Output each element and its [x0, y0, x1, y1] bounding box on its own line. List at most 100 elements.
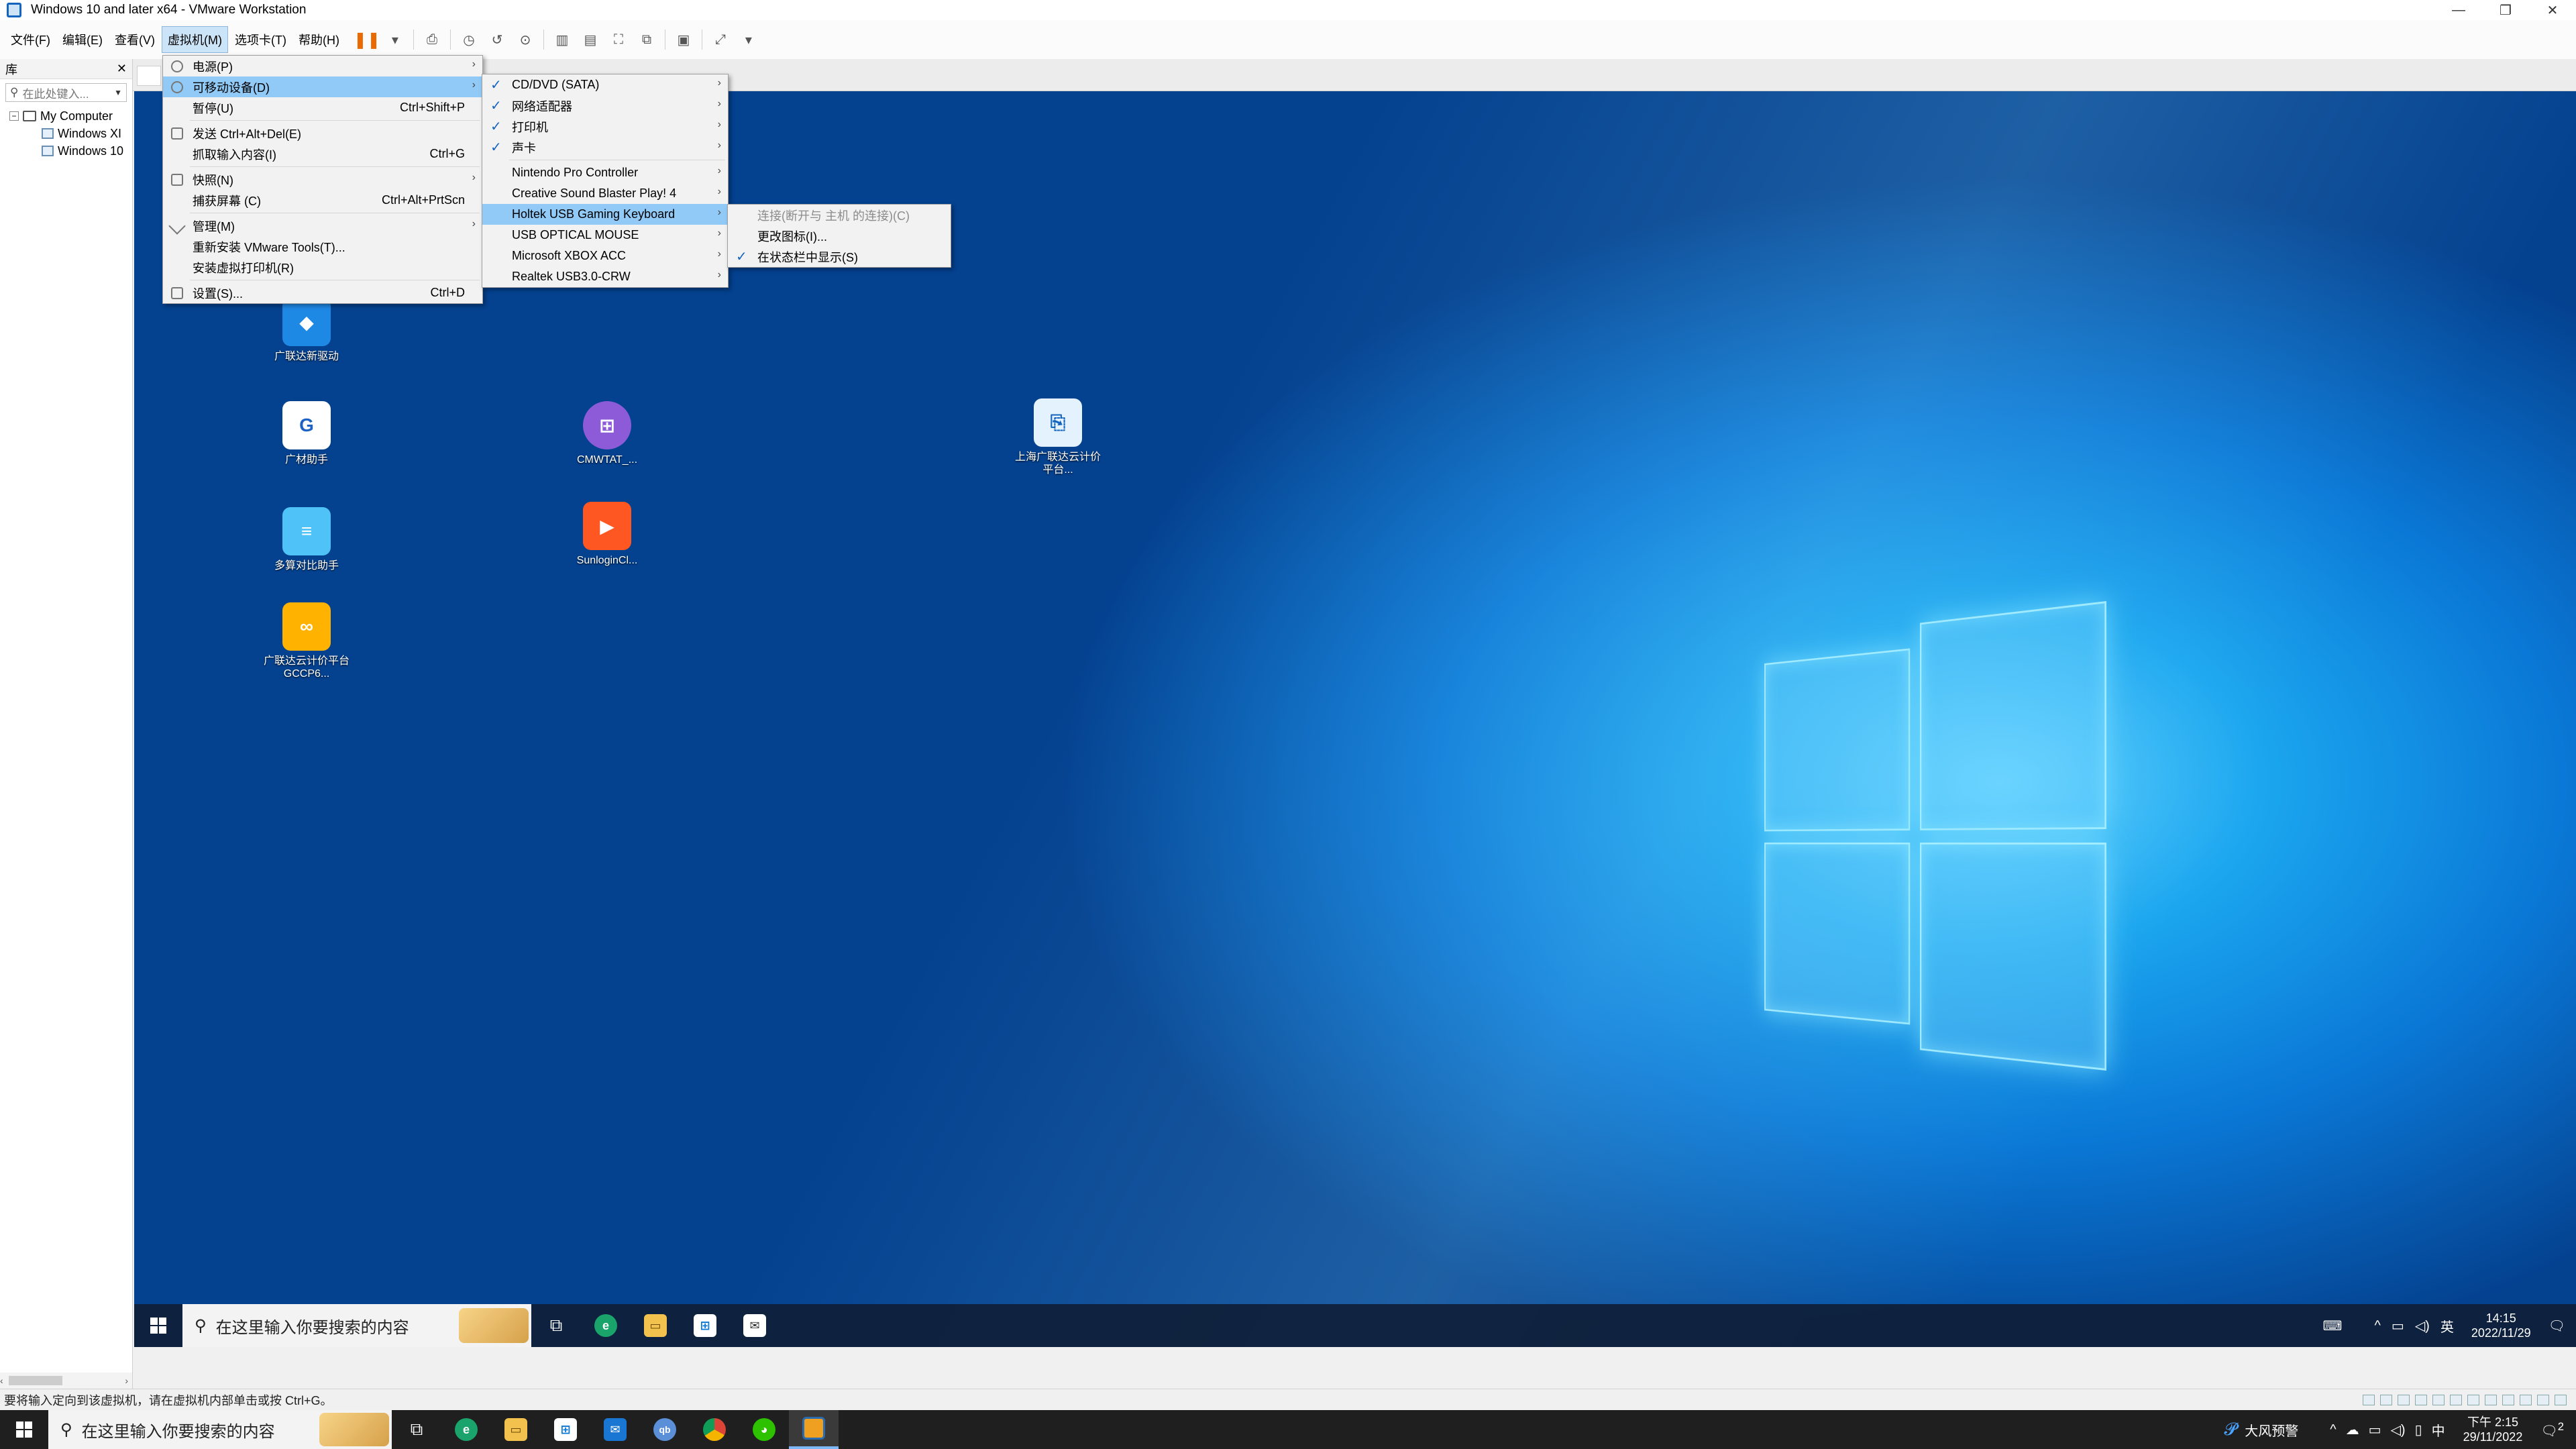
host-start-button[interactable]	[0, 1410, 48, 1449]
file-explorer-icon[interactable]: ▭	[631, 1304, 680, 1347]
chrome-icon[interactable]	[690, 1410, 739, 1449]
desktop-icon[interactable]: ≡ 多算对比助手	[263, 507, 350, 572]
file-explorer-icon[interactable]: ▭	[491, 1410, 541, 1449]
menu-item-settings[interactable]: 设置(S)... Ctrl+D	[163, 282, 482, 303]
wechat-icon[interactable]: ◕	[739, 1410, 789, 1449]
volume-icon[interactable]: ◁)	[2415, 1318, 2430, 1334]
task-view-icon[interactable]: ⧉	[392, 1410, 441, 1449]
menu-item-power[interactable]: 电源(P) ›	[163, 56, 482, 76]
ime-indicator[interactable]: 英	[2440, 1316, 2454, 1336]
mail-icon[interactable]: ✉	[730, 1304, 780, 1347]
device-usb-optical-mouse[interactable]: USB OPTICAL MOUSE ›	[482, 225, 728, 246]
message-log-icon[interactable]	[2555, 1394, 2567, 1405]
notification-icon[interactable]: 🗨	[2548, 1318, 2565, 1334]
device-nintendo-pro-controller[interactable]: Nintendo Pro Controller ›	[482, 162, 728, 183]
usb-controller-icon[interactable]	[2415, 1394, 2427, 1405]
weather-widget[interactable]: 𝓟 大风预警	[2224, 1419, 2298, 1440]
menu-item-pause[interactable]: 暂停(U) Ctrl+Shift+P	[163, 97, 482, 118]
menu-item-manage[interactable]: 管理(M) ›	[163, 215, 482, 236]
thumbnail-bar-icon[interactable]: ▤	[579, 28, 602, 51]
minimize-button[interactable]: —	[2435, 0, 2482, 20]
menu-item-change-icon[interactable]: 更改图标(I)...	[728, 225, 951, 246]
desktop-icon[interactable]: ◆ 广联达新驱动	[263, 298, 350, 363]
device-sound-card[interactable]: ✓ 声卡 ›	[482, 137, 728, 158]
network-icon[interactable]: ▭	[2369, 1421, 2381, 1438]
tree-node-vm[interactable]: Windows XI	[0, 125, 132, 142]
scrollbar-thumb[interactable]	[8, 1376, 62, 1385]
menu-item-removable-devices[interactable]: 可移动设备(D) ›	[163, 76, 482, 97]
printer-icon[interactable]	[2450, 1394, 2462, 1405]
edge-icon[interactable]: e	[581, 1304, 631, 1347]
vmware-taskbar-icon[interactable]	[789, 1410, 839, 1449]
send-ctrl-alt-del-icon[interactable]: ⎙	[421, 28, 443, 51]
guest-start-button[interactable]	[134, 1304, 182, 1347]
task-view-icon[interactable]: ⧉	[531, 1304, 581, 1347]
scroll-left-icon[interactable]: ‹	[0, 1375, 3, 1386]
usb-device-icon[interactable]	[2485, 1394, 2497, 1405]
onedrive-icon[interactable]: ☁	[2346, 1421, 2359, 1438]
menu-view[interactable]: 查看(V)	[109, 27, 160, 52]
menu-help[interactable]: 帮助(H)	[293, 27, 345, 52]
network-icon[interactable]: ▭	[2392, 1318, 2404, 1334]
show-library-icon[interactable]: ▥	[551, 28, 574, 51]
menu-edit[interactable]: 编辑(E)	[57, 27, 108, 52]
desktop-icon[interactable]: G 广材助手	[263, 401, 350, 466]
menu-item-capture-screen[interactable]: 捕获屏幕 (C) Ctrl+Alt+PrtScn	[163, 190, 482, 211]
device-network-adapter[interactable]: ✓ 网络适配器 ›	[482, 95, 728, 116]
stretch-guest-icon[interactable]: ⤢	[709, 28, 732, 51]
display-icon[interactable]	[2537, 1394, 2549, 1405]
device-cd-dvd[interactable]: ✓ CD/DVD (SATA) ›	[482, 74, 728, 95]
ime-indicator[interactable]: 中	[2432, 1420, 2445, 1440]
chevron-up-icon[interactable]: ^	[2330, 1422, 2336, 1438]
device-printer[interactable]: ✓ 打印机 ›	[482, 116, 728, 137]
device-microsoft-xbox-acc[interactable]: Microsoft XBOX ACC ›	[482, 246, 728, 266]
mail-icon[interactable]: ✉	[590, 1410, 640, 1449]
store-icon[interactable]: ⊞	[680, 1304, 730, 1347]
notification-icon[interactable]: 🗨2	[2540, 1420, 2564, 1440]
menu-item-install-virtual-printer[interactable]: 安装虚拟打印机(R)	[163, 257, 482, 278]
edge-icon[interactable]: e	[441, 1410, 491, 1449]
host-clock[interactable]: 下午 2:15 29/11/2022	[2463, 1415, 2523, 1444]
full-screen-icon[interactable]: ⛶	[607, 28, 630, 51]
cd-dvd-icon[interactable]	[2380, 1394, 2392, 1405]
usb-device-icon[interactable]	[2467, 1394, 2479, 1405]
menu-item-show-in-statusbar[interactable]: ✓ 在状态栏中显示(S)	[728, 246, 951, 267]
menu-file[interactable]: 文件(F)	[5, 27, 56, 52]
guest-clock[interactable]: 14:15 2022/11/29	[2471, 1311, 2531, 1340]
desktop-icon[interactable]: ∞ 广联达云计价平台GCCP6...	[263, 602, 350, 680]
menu-item-reinstall-vmware-tools[interactable]: 重新安装 VMware Tools(T)...	[163, 236, 482, 257]
device-holtek-usb-gaming-keyboard[interactable]: Holtek USB Gaming Keyboard ›	[482, 204, 728, 225]
console-view-icon[interactable]: ▣	[672, 28, 695, 51]
usb-device-icon[interactable]	[2520, 1394, 2532, 1405]
guest-search-box[interactable]: ⚲ 在这里输入你要搜索的内容	[182, 1304, 531, 1347]
menu-vm[interactable]: 虚拟机(M)	[161, 26, 228, 53]
host-search-box[interactable]: ⚲ 在这里输入你要搜索的内容	[48, 1410, 392, 1449]
tree-node-vm[interactable]: Windows 10	[0, 142, 132, 160]
desktop-icon[interactable]: ▶ SunloginCl...	[564, 502, 651, 567]
usb-device-icon[interactable]	[2502, 1394, 2514, 1405]
tree-node-my-computer[interactable]: − My Computer	[0, 107, 132, 125]
scroll-right-icon[interactable]: ›	[125, 1375, 128, 1386]
collapse-icon[interactable]: −	[9, 111, 19, 121]
library-search-input[interactable]: ⚲ 在此处键入... ▼	[5, 83, 127, 102]
chevron-up-icon[interactable]: ^	[2375, 1318, 2381, 1334]
hard-disk-icon[interactable]	[2363, 1394, 2375, 1405]
library-close-button[interactable]: ✕	[117, 62, 127, 76]
device-realtek-usb-crw[interactable]: Realtek USB3.0-CRW ›	[482, 266, 728, 287]
qbittorrent-icon[interactable]: qb	[640, 1410, 690, 1449]
pause-icon[interactable]: ❚❚	[354, 28, 380, 51]
menu-tabs[interactable]: 选项卡(T)	[229, 27, 292, 52]
home-tab[interactable]	[137, 66, 161, 86]
sound-card-icon[interactable]	[2432, 1394, 2445, 1405]
chevron-down-icon[interactable]: ▼	[114, 88, 122, 97]
desktop-icon[interactable]: ⎘ 上海广联达云计价平台...	[1014, 398, 1102, 476]
restore-button[interactable]: ❐	[2482, 0, 2529, 20]
unity-icon[interactable]: ⧉	[635, 28, 658, 51]
menu-item-send-ctrl-alt-del[interactable]: 发送 Ctrl+Alt+Del(E)	[163, 123, 482, 144]
dropdown-arrow-icon[interactable]: ▾	[737, 28, 760, 51]
snapshot-icon[interactable]: ◷	[458, 28, 480, 51]
power-icon[interactable]: ▯	[2415, 1421, 2422, 1438]
close-button[interactable]: ✕	[2529, 0, 2576, 20]
dropdown-arrow-icon[interactable]: ▾	[384, 28, 407, 51]
network-adapter-icon[interactable]	[2398, 1394, 2410, 1405]
